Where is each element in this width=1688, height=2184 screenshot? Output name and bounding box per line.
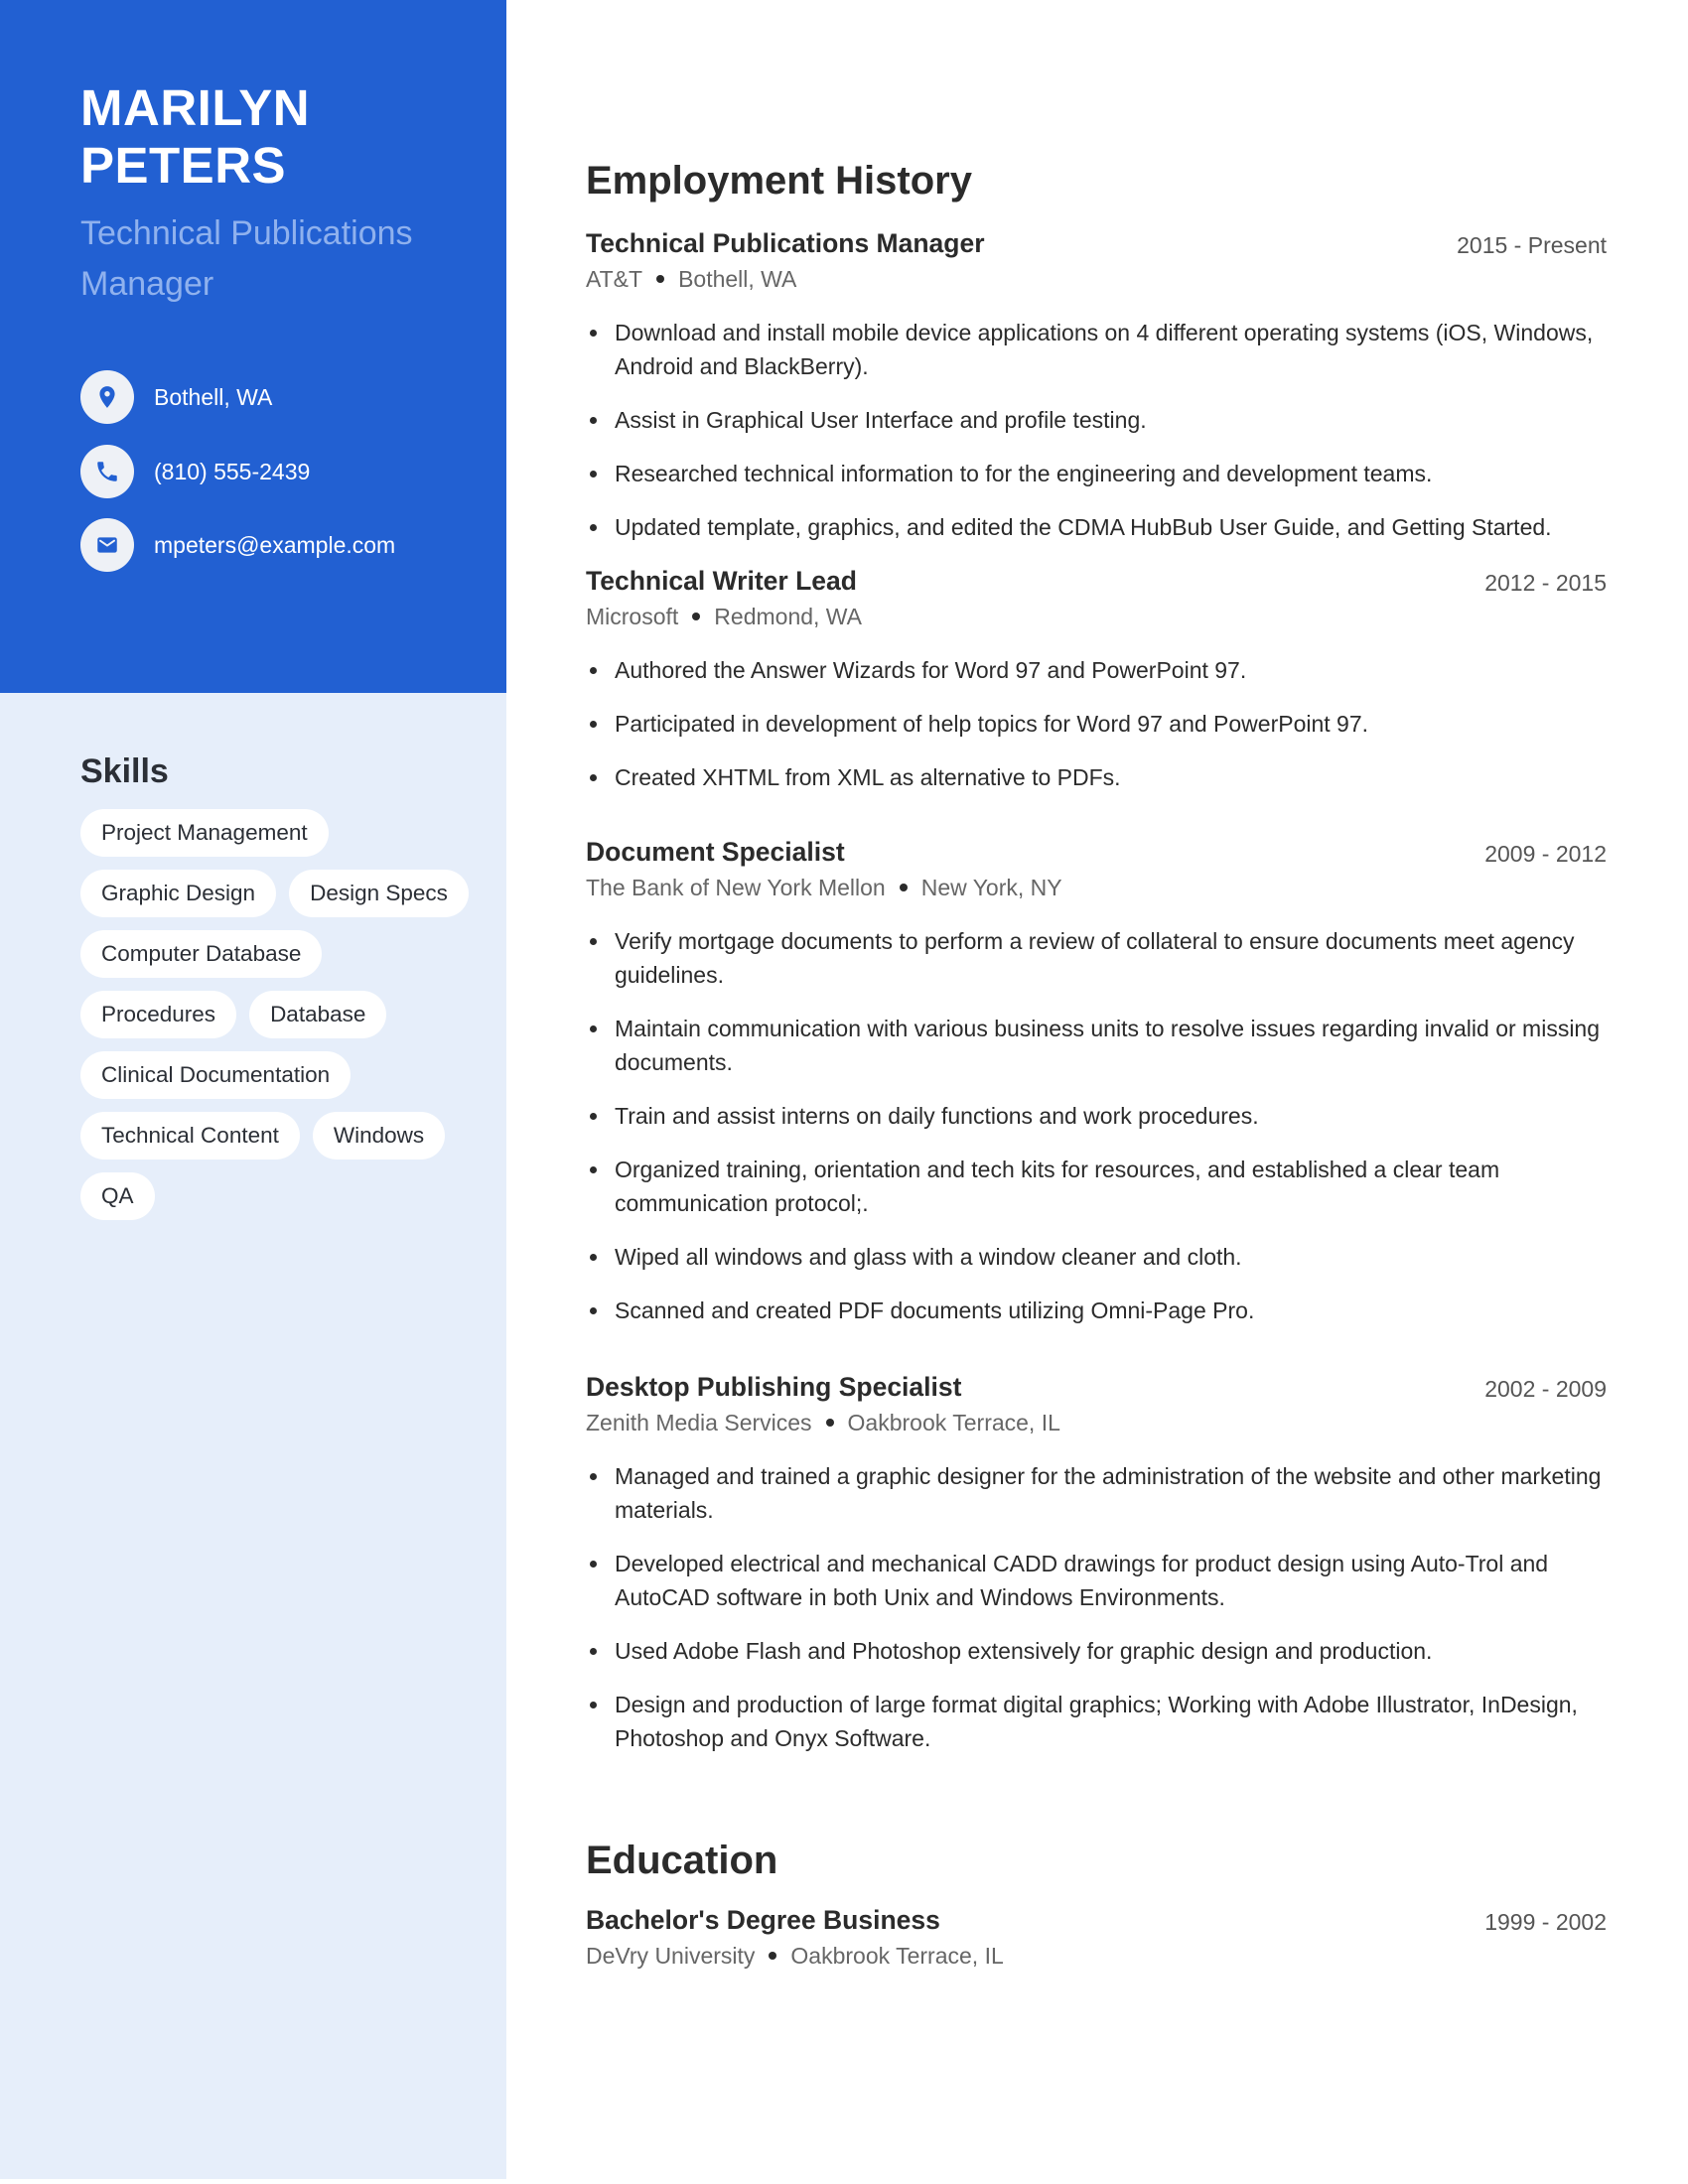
skill-pill: Windows: [312, 1112, 446, 1160]
education-entry: Bachelor's Degree Business 1999 - 2002 D…: [586, 1905, 1607, 1977]
job-bullets: Download and install mobile device appli…: [586, 316, 1607, 544]
job-title: Desktop Publishing Specialist: [586, 1372, 962, 1402]
list-item: Authored the Answer Wizards for Word 97 …: [586, 653, 1607, 687]
candidate-name: MARILYN PETERS: [80, 79, 478, 195]
skill-pill: Clinical Documentation: [80, 1051, 352, 1099]
separator-dot: [692, 612, 701, 620]
candidate-headline: Technical Publications Manager: [80, 214, 413, 303]
list-item: Developed electrical and mechanical CADD…: [586, 1547, 1607, 1614]
job-company: Zenith Media Services: [586, 1410, 812, 1435]
list-item: Used Adobe Flash and Photoshop extensive…: [586, 1634, 1607, 1668]
job-location: Oakbrook Terrace, IL: [847, 1410, 1060, 1435]
job-location: New York, NY: [920, 875, 1062, 900]
skill-pill: Design Specs: [289, 870, 469, 917]
contact-email: mpeters@example.com: [80, 518, 497, 572]
job-employer: AT&T Bothell, WA: [586, 266, 1607, 300]
list-item: Verify mortgage documents to perform a r…: [586, 924, 1607, 992]
email-text: mpeters@example.com: [154, 531, 396, 558]
school-name: DeVry University: [586, 1943, 756, 1969]
school-location: Oakbrook Terrace, IL: [790, 1943, 1004, 1969]
job-bullets: Authored the Answer Wizards for Word 97 …: [586, 653, 1607, 794]
skills-heading: Skills: [80, 752, 169, 790]
job-employer: The Bank of New York Mellon New York, NY: [586, 875, 1607, 908]
skill-pill: Computer Database: [80, 930, 323, 978]
job-title: Technical Writer Lead: [586, 566, 857, 596]
skill-pill: Graphic Design: [80, 870, 277, 917]
job-title: Technical Publications Manager: [586, 228, 985, 258]
job-bullets: Managed and trained a graphic designer f…: [586, 1459, 1607, 1755]
location-text: Bothell, WA: [154, 383, 273, 410]
envelope-icon: [80, 518, 134, 572]
skill-pill: Technical Content: [80, 1112, 300, 1160]
phone-icon: [80, 445, 134, 498]
sidebar-header: MARILYN PETERS Technical Publications Ma…: [0, 0, 506, 693]
job-entry: Technical Publications Manager 2015 - Pr…: [586, 228, 1607, 564]
job-dates: 2015 - Present: [1457, 232, 1607, 258]
list-item: Scanned and created PDF documents utiliz…: [586, 1294, 1607, 1327]
skill-pill: Database: [249, 991, 387, 1038]
job-entry: Technical Writer Lead 2012 - 2015 Micros…: [586, 566, 1607, 814]
location-pin-icon: [80, 370, 134, 424]
skill-pill: Project Management: [80, 809, 329, 857]
list-item: Created XHTML from XML as alternative to…: [586, 760, 1607, 794]
list-item: Organized training, orientation and tech…: [586, 1153, 1607, 1220]
list-item: Wiped all windows and glass with a windo…: [586, 1240, 1607, 1274]
list-item: Updated template, graphics, and edited t…: [586, 510, 1607, 544]
separator-dot: [899, 883, 908, 891]
sidebar: MARILYN PETERS Technical Publications Ma…: [0, 0, 506, 2179]
name-first: MARILYN: [80, 79, 311, 136]
list-item: Managed and trained a graphic designer f…: [586, 1459, 1607, 1527]
list-item: Design and production of large format di…: [586, 1688, 1607, 1755]
job-employer: Zenith Media Services Oakbrook Terrace, I…: [586, 1410, 1607, 1443]
job-dates: 2009 - 2012: [1484, 841, 1607, 867]
list-item: Participated in development of help topi…: [586, 707, 1607, 741]
contact-phone: (810) 555-2439: [80, 445, 497, 498]
list-item: Researched technical information to for …: [586, 457, 1607, 490]
list-item: Download and install mobile device appli…: [586, 316, 1607, 383]
degree-title: Bachelor's Degree Business: [586, 1905, 940, 1935]
list-item: Train and assist interns on daily functi…: [586, 1099, 1607, 1133]
job-bullets: Verify mortgage documents to perform a r…: [586, 924, 1607, 1327]
job-company: Microsoft: [586, 604, 679, 629]
employment-heading: Employment History: [586, 159, 972, 203]
job-title: Document Specialist: [586, 837, 845, 867]
job-company: AT&T: [586, 266, 643, 292]
separator-dot: [769, 1951, 777, 1960]
skill-pill: QA: [80, 1172, 155, 1220]
list-item: Maintain communication with various busi…: [586, 1012, 1607, 1079]
job-dates: 2002 - 2009: [1484, 1376, 1607, 1402]
name-last: PETERS: [80, 137, 287, 194]
list-item: Assist in Graphical User Interface and p…: [586, 403, 1607, 437]
job-dates: 2012 - 2015: [1484, 570, 1607, 596]
education-institution: DeVry University Oakbrook Terrace, IL: [586, 1943, 1607, 1977]
job-employer: Microsoft Redmond, WA: [586, 604, 1607, 637]
education-heading: Education: [586, 1839, 778, 1882]
job-location: Redmond, WA: [714, 604, 862, 629]
job-company: The Bank of New York Mellon: [586, 875, 886, 900]
education-dates: 1999 - 2002: [1484, 1909, 1607, 1935]
job-location: Bothell, WA: [678, 266, 797, 292]
separator-dot: [656, 274, 665, 283]
skill-pill: Procedures: [80, 991, 237, 1038]
separator-dot: [825, 1418, 834, 1427]
job-entry: Document Specialist 2009 - 2012 The Bank…: [586, 837, 1607, 1347]
contact-location: Bothell, WA: [80, 370, 497, 424]
skills-list: Project Management Graphic Design Design…: [80, 809, 478, 1220]
phone-text: (810) 555-2439: [154, 458, 311, 484]
job-entry: Desktop Publishing Specialist 2002 - 200…: [586, 1372, 1607, 1775]
